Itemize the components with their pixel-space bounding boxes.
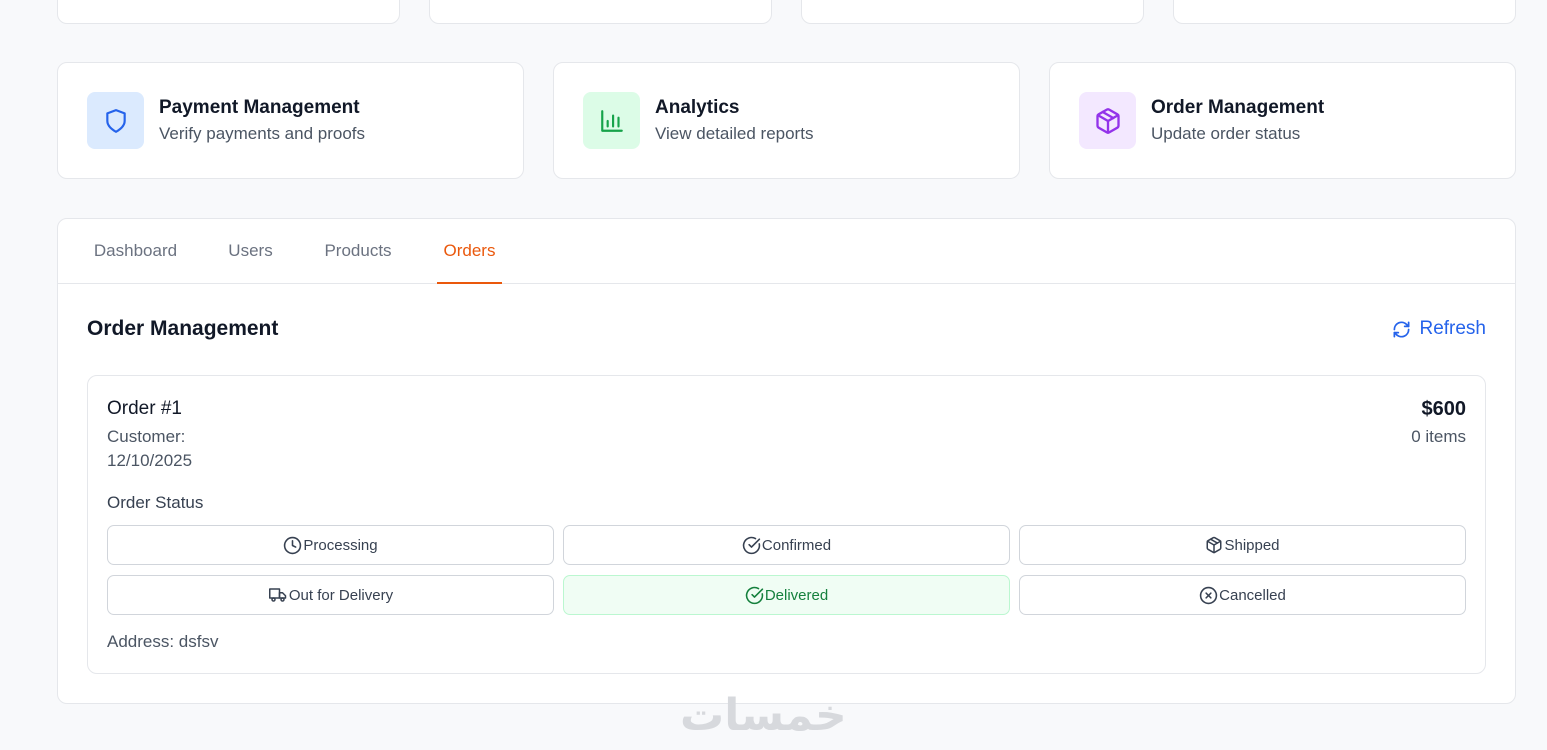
card-description: Update order status (1151, 123, 1301, 143)
status-cancelled-button[interactable]: Cancelled (1019, 575, 1466, 615)
card-title: Analytics (655, 96, 740, 118)
order-date: 12/10/2025 (107, 451, 193, 470)
card-title: Payment Management (159, 96, 360, 118)
admin-panel: Dashboard Users Products Orders Order Ma… (57, 218, 1516, 704)
order-status-label: Order Status (107, 493, 204, 512)
tab-orders[interactable]: Orders (437, 219, 502, 284)
status-shipped-button[interactable]: Shipped (1019, 525, 1466, 565)
package-icon (1079, 92, 1136, 149)
stat-card-3 (801, 0, 1144, 24)
order-customer: Customer: (107, 427, 186, 446)
payment-management-card[interactable]: Payment Management Verify payments and p… (57, 62, 524, 179)
tab-products[interactable]: Products (317, 219, 399, 284)
status-processing-button[interactable]: Processing (107, 525, 554, 565)
shield-icon (87, 92, 144, 149)
refresh-button[interactable]: Refresh (1392, 318, 1486, 340)
card-title: Order Management (1151, 96, 1325, 118)
order-total: $600 (1421, 398, 1467, 420)
card-description: Verify payments and proofs (159, 123, 366, 143)
status-label: Cancelled (1219, 586, 1286, 604)
order-id: Order #1 (107, 398, 182, 419)
status-label: Out for Delivery (288, 586, 394, 604)
order-card: Order #1 Customer: 12/10/2025 $600 0 ite… (87, 375, 1486, 674)
tab-bar: Dashboard Users Products Orders (58, 219, 1515, 284)
status-label: Confirmed (761, 536, 832, 554)
watermark-logo: خمسات (680, 690, 847, 741)
card-description: View detailed reports (655, 123, 814, 143)
tab-users[interactable]: Users (223, 219, 278, 284)
check-circle-icon (745, 586, 764, 604)
tab-dashboard[interactable]: Dashboard (87, 219, 184, 284)
package-icon (1206, 536, 1222, 554)
x-circle-icon (1199, 586, 1218, 604)
section-title: Order Management (87, 317, 279, 340)
order-items-count: 0 items (1411, 427, 1466, 446)
status-confirmed-button[interactable]: Confirmed (563, 525, 1010, 565)
status-delivered-button[interactable]: Delivered (563, 575, 1010, 615)
bar-chart-icon (583, 92, 640, 149)
stat-card-1 (57, 0, 400, 24)
status-label: Processing (303, 536, 378, 554)
order-management-card[interactable]: Order Management Update order status (1049, 62, 1516, 179)
status-label: Shipped (1224, 536, 1280, 554)
refresh-icon (1393, 320, 1410, 338)
truck-icon (268, 588, 287, 602)
analytics-card[interactable]: Analytics View detailed reports (553, 62, 1020, 179)
order-address: Address: dsfsv (107, 632, 219, 651)
check-circle-icon (742, 536, 761, 554)
stat-card-4 (1173, 0, 1516, 24)
stat-card-2 (429, 0, 772, 24)
refresh-label: Refresh (1419, 318, 1486, 339)
status-out-for-delivery-button[interactable]: Out for Delivery (107, 575, 554, 615)
clock-icon (284, 536, 302, 554)
status-label: Delivered (764, 586, 829, 604)
